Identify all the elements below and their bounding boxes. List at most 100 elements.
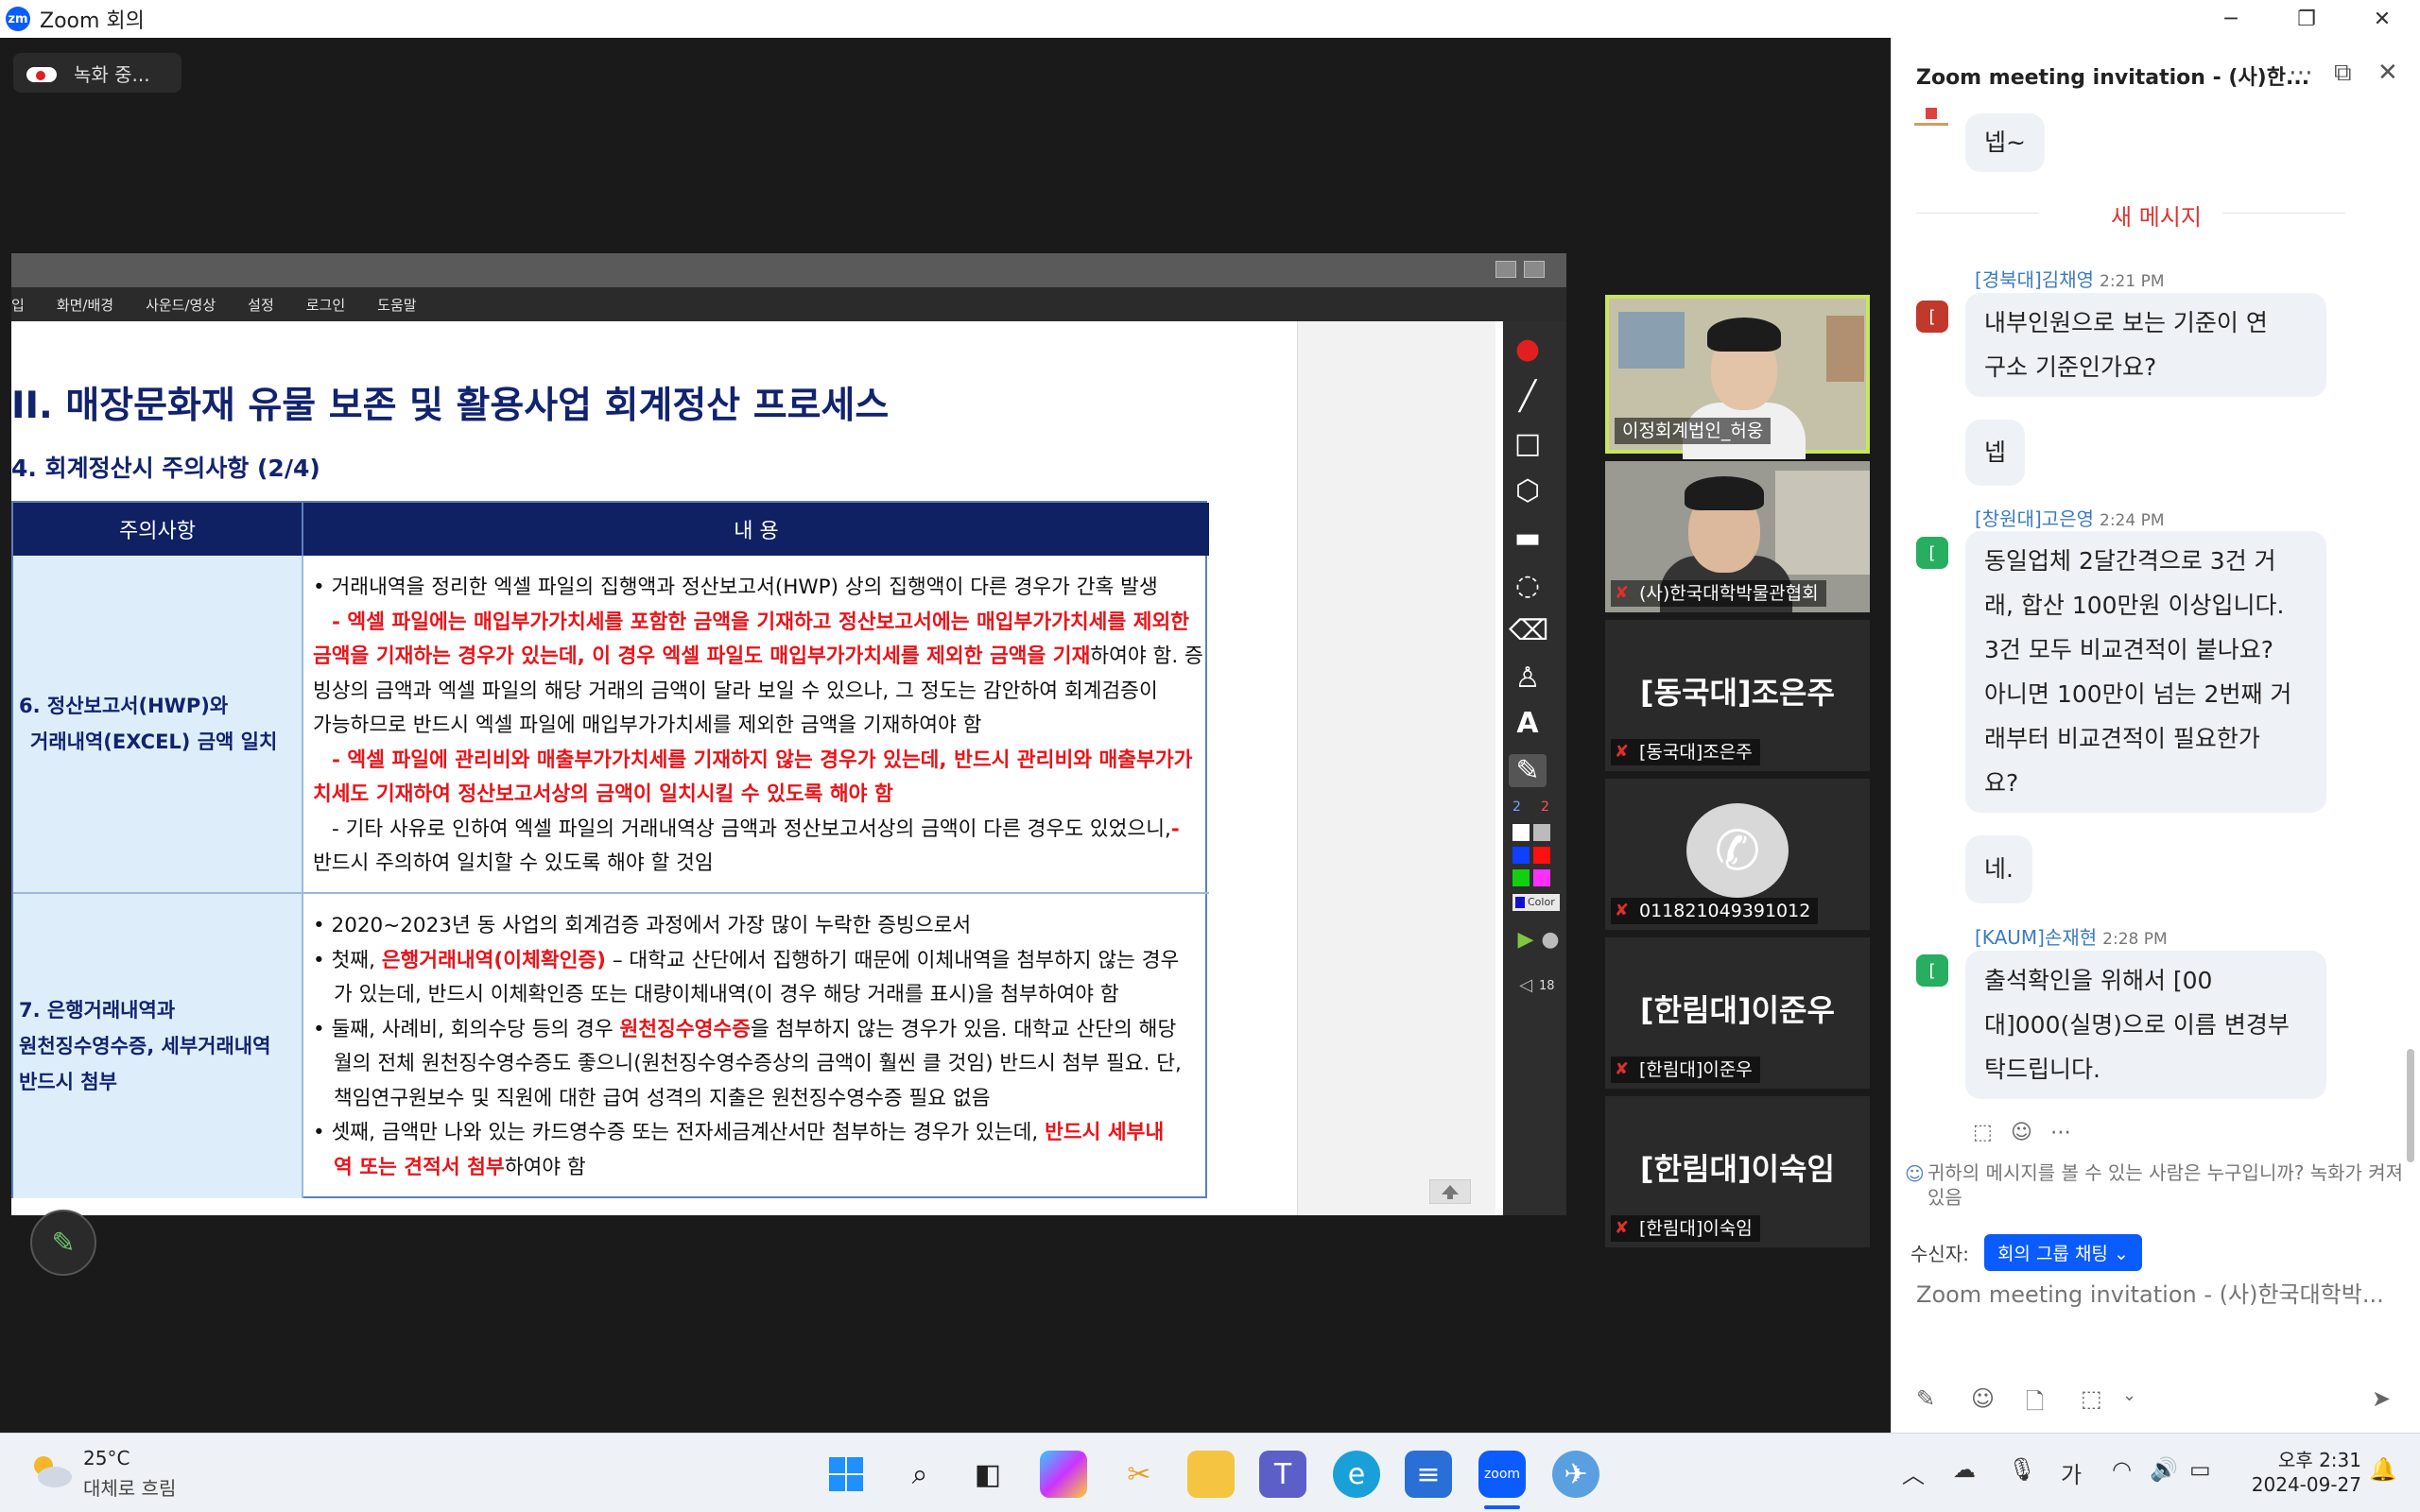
participant-tile[interactable]: ✘ (사)한국대학박물관협회 <box>1605 461 1870 612</box>
copilot-icon[interactable] <box>1040 1451 1087 1498</box>
file-explorer-icon[interactable] <box>1187 1451 1235 1498</box>
close-button[interactable]: ✕ <box>2344 0 2420 38</box>
participant-tile[interactable]: [한림대]이준우 ✘ [한림대]이준우 <box>1605 937 1870 1089</box>
close-chat-icon[interactable]: ✕ <box>2377 59 2398 87</box>
more-actions-icon[interactable]: ⋯ <box>2050 1121 2071 1144</box>
screenshot-icon[interactable]: ⬚ <box>2081 1385 2102 1412</box>
minimize-button[interactable]: ─ <box>2193 0 2269 38</box>
battery-icon[interactable]: ▭ <box>2189 1456 2211 1483</box>
task-view-icon[interactable]: ◧ <box>964 1451 1011 1498</box>
line-tool-icon[interactable]: ╱ <box>1509 380 1547 413</box>
file-icon[interactable]: 🗋 <box>2026 1385 2044 1424</box>
cloudy-weather-icon[interactable] <box>28 1452 74 1490</box>
recipient-dropdown[interactable]: 회의 그룹 채팅 ⌄ <box>1983 1234 2142 1271</box>
participant-tile[interactable]: [동국대]조은주 ✘ [동국대]조은주 <box>1605 620 1870 771</box>
participant-name: ✘ [한림대]이숙임 <box>1611 1215 1760 1242</box>
chat-header: Zoom meeting invitation - (사)한... ⋯ ⧉ ✕ <box>1892 38 2420 113</box>
slide-title: II. 매장문화재 유물 보존 및 활용사업 회계정산 프로세스 <box>11 385 890 427</box>
format-text-icon[interactable]: ✎ <box>1916 1385 1935 1412</box>
reply-icon[interactable]: ⬚ <box>1973 1121 1993 1144</box>
pen-size-value[interactable]: 2 <box>1512 799 1521 815</box>
font-size-value: 18 <box>1539 979 1555 993</box>
rectangle-tool-icon[interactable]: □ <box>1509 427 1547 460</box>
restore-button[interactable]: ❐ <box>2269 0 2344 38</box>
row-label-line: 거래내역(EXCEL) 금액 일치 <box>30 730 278 753</box>
annotate-button[interactable]: ✎ <box>30 1210 96 1276</box>
participant-tile[interactable]: 이정회계법인_허웅 <box>1605 295 1870 459</box>
scroll-up-icon[interactable] <box>1429 1179 1471 1204</box>
color-swatch[interactable] <box>1512 869 1530 886</box>
table-row-label: 6. 정산보고서(HWP)와 거래내역(EXCEL) 금액 일치 <box>13 556 302 894</box>
clock-time[interactable]: 오후 2:31 <box>2257 1445 2361 1472</box>
note-tool-icon[interactable]: ▬ <box>1509 522 1547 555</box>
participant-name: ✘ (사)한국대학박물관협회 <box>1611 580 1826 607</box>
clock-date[interactable]: 2024-09-27 <box>2229 1473 2361 1496</box>
pen-width-value[interactable]: 2 <box>1541 799 1549 815</box>
ime-indicator[interactable]: 가 <box>2061 1456 2082 1489</box>
content-line: - 기타 사유로 인하여 엑셀 파일의 거래내역상 금액과 정산보고서상의 금액… <box>332 816 1180 841</box>
send-icon[interactable]: ➤ <box>2372 1385 2391 1412</box>
pop-out-icon[interactable]: ⧉ <box>2334 59 2352 88</box>
mic-muted-icon: ✘ <box>1615 901 1630 920</box>
edge-icon[interactable]: e <box>1333 1451 1380 1498</box>
weather-description[interactable]: 대체로 흐림 <box>83 1473 176 1501</box>
slide-table: 주의사항 내 용 6. 정산보고서(HWP)와 거래내역(EXCEL) 금액 일… <box>11 501 1209 1198</box>
network-app-icon[interactable]: ✈ <box>1552 1451 1599 1498</box>
chat-message-input[interactable] <box>1916 1281 2398 1308</box>
emoji-reaction-icon[interactable]: ☺ <box>2011 1121 2032 1144</box>
microphone-icon[interactable]: 🎙 <box>2008 1456 2036 1483</box>
participant-display-name: [한림대]이숙임 <box>1640 1151 1835 1187</box>
wifi-icon[interactable]: ◠ <box>2112 1456 2132 1483</box>
background-shelf <box>1775 471 1870 575</box>
snipping-tool-icon[interactable]: ✂ <box>1115 1451 1163 1498</box>
emoji-icon[interactable]: ☺ <box>1971 1385 1995 1412</box>
privacy-notice: 귀하의 메시지를 볼 수 있는 사람은 누구입니까? 녹화가 켜져 있음 <box>1927 1161 2404 1209</box>
chat-scrollbar[interactable] <box>2407 1049 2414 1162</box>
participant-tile[interactable]: [한림대]이숙임 ✘ [한림대]이숙임 <box>1605 1096 1870 1247</box>
avatar: [ <box>1916 301 1948 333</box>
participant-tile[interactable]: ✆ ✘ 011821049391012 <box>1605 779 1870 930</box>
shared-menu-bar: 입 화면/배경 사운드/영상 설정 로그인 도움말 <box>11 287 1566 321</box>
stop-icon[interactable]: ● <box>1531 928 1566 952</box>
lasso-tool-icon[interactable]: ◌ <box>1509 569 1547 602</box>
volume-icon[interactable]: 🔊 <box>2150 1456 2178 1483</box>
hexagon-tool-icon[interactable]: ⬡ <box>1509 474 1547 507</box>
new-messages-divider: 새 메시지 <box>1892 198 2420 232</box>
chat-panel: Zoom meeting invitation - (사)한... ⋯ ⧉ ✕ … <box>1891 38 2420 1433</box>
eraser-tool-icon[interactable]: ⌫ <box>1509 614 1548 647</box>
show-hidden-icons[interactable]: ︿ <box>1902 1456 1925 1489</box>
color-swatch[interactable] <box>1512 824 1530 841</box>
slide-subtitle: 4. 회계정산시 주의사항 (2/4) <box>11 455 320 482</box>
chevron-down-icon[interactable]: ⌄ <box>2122 1385 2136 1405</box>
chat-message: 출석확인을 위해서 [00 대]000(실명)으로 이름 변경부 탁드립니다. <box>1965 951 2326 1099</box>
color-swatch[interactable] <box>1533 869 1550 886</box>
color-picker-button[interactable]: Color <box>1512 894 1560 911</box>
color-swatch[interactable] <box>1533 824 1550 841</box>
record-icon[interactable]: ● <box>1509 333 1547 366</box>
pen-tool-icon[interactable]: ✎ <box>1509 754 1547 787</box>
color-swatch[interactable] <box>1512 847 1530 864</box>
color-swatch[interactable] <box>1533 847 1550 864</box>
table-row-content: • 거래내역을 정리한 엑셀 파일의 집행액과 정산보고서(HWP) 상의 집행… <box>302 556 1209 894</box>
windows-start-icon[interactable] <box>822 1451 870 1498</box>
text-tool-icon[interactable]: A <box>1509 707 1547 740</box>
notification-icon[interactable]: 🔔 <box>2369 1456 2397 1483</box>
weather-temperature[interactable]: 25°C <box>83 1447 130 1469</box>
shared-screen[interactable]: 입 화면/배경 사운드/영상 설정 로그인 도움말 II. 매장문화재 유물 보… <box>11 253 1566 1215</box>
background-poster <box>1618 312 1685 369</box>
content-line: • 거래내역을 정리한 엑셀 파일의 집행액과 정산보고서(HWP) 상의 집행… <box>313 576 1158 599</box>
zoom-taskbar-icon[interactable]: zoom <box>1478 1451 1526 1498</box>
mic-muted-icon: ✘ <box>1615 742 1630 762</box>
recording-badge[interactable]: 녹화 중... <box>13 53 182 93</box>
shared-menu-item: 입 <box>11 296 25 314</box>
onedrive-icon[interactable]: ☁ <box>1953 1456 1976 1483</box>
content-line: • 2020~2023년 동 사업의 회계검증 과정에서 가장 많이 누락한 증… <box>313 914 972 937</box>
stamp-tool-icon[interactable]: ♙ <box>1509 662 1547 695</box>
message-sender: [창원대]고은영 2:24 PM <box>1975 507 2165 530</box>
teams-icon[interactable]: T <box>1259 1451 1306 1498</box>
notepad-icon[interactable]: ≡ <box>1405 1451 1452 1498</box>
more-options-icon[interactable]: ⋯ <box>2289 59 2313 87</box>
search-icon[interactable]: ⌕ <box>896 1451 943 1498</box>
chat-message: 넵 <box>1965 420 2026 486</box>
content-line: 금액을 기재하는 경우가 있는데, 이 경우 엑셀 파일도 매입부가가치세를 제… <box>313 644 1203 668</box>
